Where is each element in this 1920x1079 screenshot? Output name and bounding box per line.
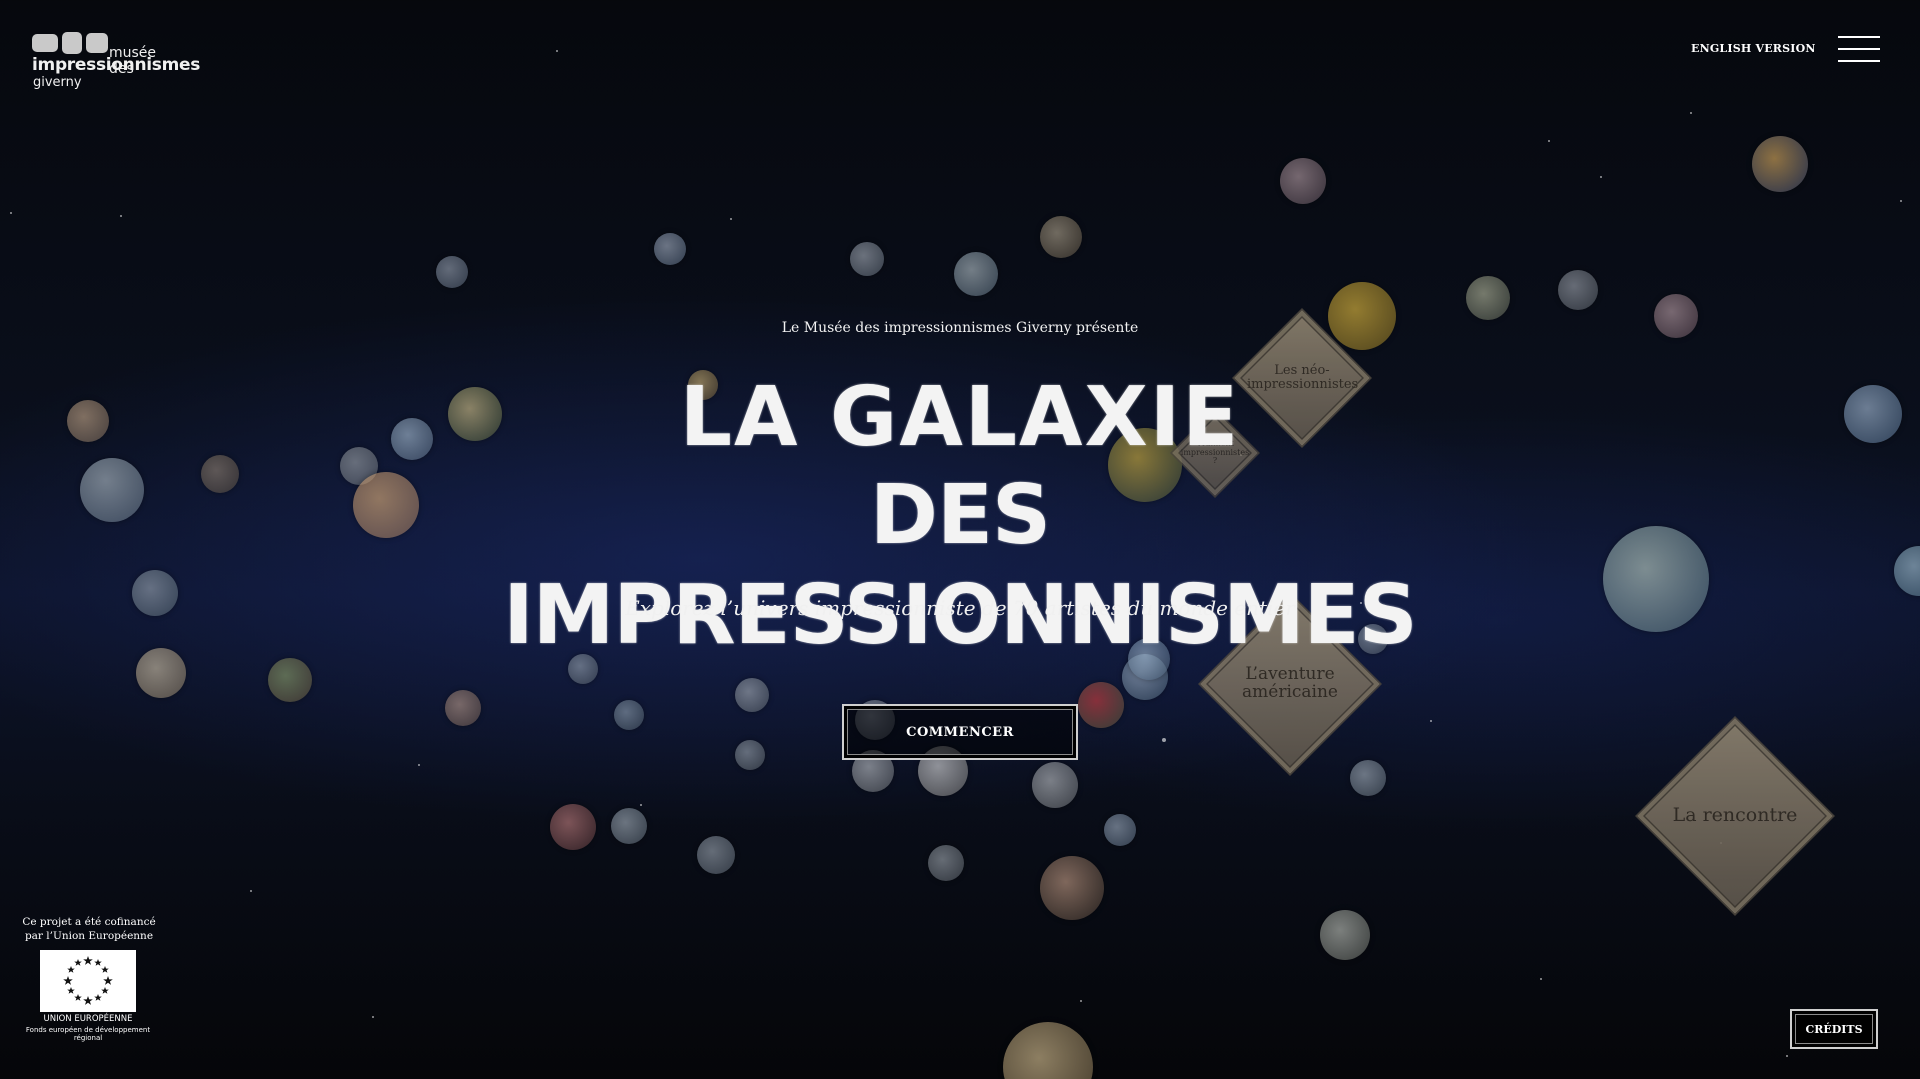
constellation-la-rencontre[interactable]: La rencontre bbox=[1635, 716, 1835, 916]
artwork-planet[interactable] bbox=[353, 472, 419, 538]
artwork-planet[interactable] bbox=[1003, 1022, 1093, 1079]
credits-button[interactable]: CRÉDITS bbox=[1790, 1009, 1878, 1049]
artwork-planet[interactable] bbox=[1032, 762, 1078, 808]
artwork-planet[interactable] bbox=[132, 570, 178, 616]
artwork-planet[interactable] bbox=[1603, 526, 1709, 632]
constellation-label: L’aventure américaine bbox=[1242, 664, 1338, 702]
artwork-planet[interactable] bbox=[611, 808, 647, 844]
artwork-planet[interactable] bbox=[1078, 682, 1124, 728]
logo-mark-icon bbox=[32, 32, 108, 54]
artwork-planet[interactable] bbox=[928, 845, 964, 881]
constellation-label: La rencontre bbox=[1672, 804, 1798, 827]
artwork-planet[interactable] bbox=[1752, 136, 1808, 192]
start-button[interactable]: COMMENCER bbox=[842, 704, 1078, 760]
artwork-planet[interactable] bbox=[436, 256, 468, 288]
logo-line3: giverny bbox=[33, 75, 82, 90]
eu-flag-icon bbox=[40, 950, 136, 1012]
artwork-planet[interactable] bbox=[954, 252, 998, 296]
artwork-planet[interactable] bbox=[735, 740, 765, 770]
artwork-planet[interactable] bbox=[201, 455, 239, 493]
artwork-planet[interactable] bbox=[1040, 856, 1104, 920]
title-line-2: DES IMPRESSIONNISMES bbox=[503, 468, 1418, 663]
artwork-planet[interactable] bbox=[614, 700, 644, 730]
artwork-planet[interactable] bbox=[735, 678, 769, 712]
eu-fund-text: Fonds européen de développement régional bbox=[25, 1026, 151, 1042]
artwork-planet[interactable] bbox=[1280, 158, 1326, 204]
artwork-planet[interactable] bbox=[1466, 276, 1510, 320]
artwork-planet[interactable] bbox=[697, 836, 735, 874]
artwork-planet[interactable] bbox=[1104, 814, 1136, 846]
museum-logo[interactable]: musée des impressionnismes giverny bbox=[32, 32, 200, 92]
hamburger-menu-icon[interactable] bbox=[1838, 36, 1880, 64]
artwork-planet[interactable] bbox=[1654, 294, 1698, 338]
artwork-planet[interactable] bbox=[850, 242, 884, 276]
logo-line2: impressionnismes bbox=[32, 55, 201, 75]
artwork-planet[interactable] bbox=[67, 400, 109, 442]
artwork-planet[interactable] bbox=[1558, 270, 1598, 310]
artwork-planet[interactable] bbox=[1844, 385, 1902, 443]
artwork-planet[interactable] bbox=[550, 804, 596, 850]
artwork-planet[interactable] bbox=[654, 233, 686, 265]
artwork-planet[interactable] bbox=[1040, 216, 1082, 258]
eu-cofunding-notice: Ce projet a été cofinancé par l’Union Eu… bbox=[22, 916, 156, 942]
english-version-link[interactable]: ENGLISH VERSION bbox=[1691, 42, 1816, 55]
artwork-planet[interactable] bbox=[268, 658, 312, 702]
artwork-planet[interactable] bbox=[1894, 546, 1920, 596]
artwork-planet[interactable] bbox=[80, 458, 144, 522]
page-title: LA GALAXIE DES IMPRESSIONNISMES bbox=[460, 370, 1460, 666]
page-subtitle: Explorez l’univers impressionniste de 70… bbox=[625, 596, 1295, 620]
artwork-planet[interactable] bbox=[1320, 910, 1370, 960]
title-line-1: LA GALAXIE bbox=[679, 370, 1241, 465]
presents-text: Le Musée des impressionnismes Giverny pr… bbox=[781, 320, 1139, 336]
eu-label: UNION EUROPÉENNE bbox=[43, 1014, 133, 1024]
artwork-planet[interactable] bbox=[136, 648, 186, 698]
artwork-planet[interactable] bbox=[391, 418, 433, 460]
artwork-planet[interactable] bbox=[445, 690, 481, 726]
